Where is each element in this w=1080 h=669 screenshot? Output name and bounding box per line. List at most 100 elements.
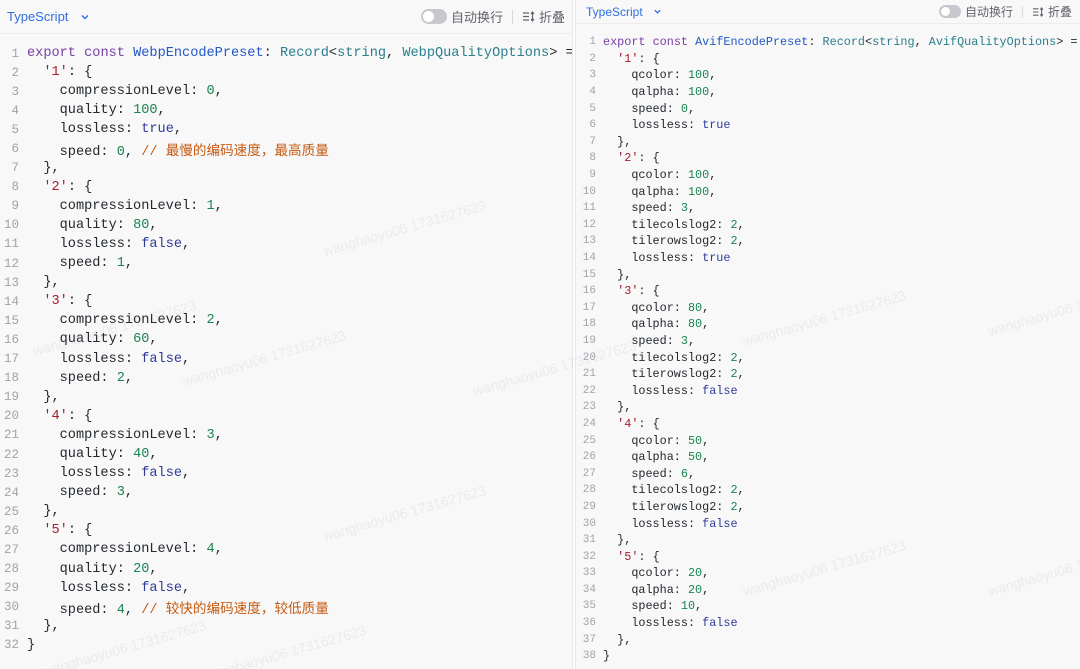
code-token: string [337, 46, 387, 62]
code-text: qcolor: 100, [603, 168, 716, 182]
code-text: }, [603, 135, 631, 149]
code-token: speed: [27, 370, 117, 386]
code-text: compressionLevel: 2, [27, 313, 223, 328]
code-token: qalpha: [603, 317, 688, 332]
code-text: '5': { [27, 523, 92, 538]
code-token: true [702, 251, 731, 266]
toolbar-divider [511, 9, 513, 24]
code-token: speed: [27, 256, 117, 272]
code-token: , [157, 103, 166, 119]
code-token: tilecolslog2: [603, 350, 731, 365]
code-text: speed: 1, [27, 256, 133, 271]
toggle-switch-icon[interactable] [420, 9, 447, 24]
toggle-switch-icon[interactable] [938, 5, 961, 18]
code-line: 36 lossless: false [576, 615, 1080, 632]
line-number: 2 [589, 52, 596, 65]
line-number: 5 [11, 122, 19, 137]
code-token: 2 [730, 499, 738, 514]
chevron-down-icon [81, 14, 89, 19]
code-text: '4': { [27, 409, 92, 424]
toolbar-actions: 自动换行 折叠 [420, 7, 565, 26]
code-token: 2 [116, 370, 125, 386]
code-line: 15 compressionLevel: 2, [0, 311, 572, 330]
code-token: compressionLevel: [27, 84, 207, 100]
code-token: qalpha: [603, 85, 688, 100]
code-token: speed: [27, 485, 117, 501]
code-line: 11 speed: 3, [576, 200, 1080, 217]
code-text: }, [27, 504, 59, 519]
code-line: 22 quality: 40, [0, 445, 572, 464]
line-number: 17 [582, 301, 596, 314]
code-token: 6 [680, 466, 688, 481]
line-number: 4 [589, 86, 596, 99]
code-block-left: TypeScript 自动换行 折叠 1 export const WebpEnc… [0, 0, 573, 669]
code-token: }, [27, 275, 60, 291]
code-token: false [702, 383, 738, 398]
line-number: 24 [582, 417, 596, 430]
code-token: , [214, 198, 223, 214]
code-text: tilecolslog2: 2, [603, 483, 744, 497]
code-text: lossless: false [603, 383, 738, 398]
code-line: 18 qalpha: 80, [576, 316, 1080, 333]
code-token: '4' [43, 408, 68, 424]
fold-lines-icon [1032, 6, 1044, 17]
code-line: 27 speed: 6, [576, 465, 1080, 482]
language-selector[interactable]: TypeScript [7, 9, 90, 24]
code-text: qalpha: 100, [603, 185, 716, 199]
line-number: 11 [3, 237, 19, 252]
code-line: 26 qalpha: 50, [576, 449, 1080, 466]
code-content[interactable]: 1 export const AvifEncodePreset: Record<s… [576, 34, 1080, 665]
code-token: , [149, 217, 158, 233]
code-line: 31 }, [576, 532, 1080, 549]
code-token: '2' [617, 151, 639, 166]
code-text: qalpha: 20, [603, 583, 709, 597]
code-token: 4 [206, 542, 215, 558]
wrap-toggle[interactable]: 自动换行 [938, 3, 1013, 20]
line-number: 23 [3, 466, 19, 481]
code-token: qcolor: [603, 433, 688, 448]
code-token: 3 [206, 427, 215, 443]
line-number: 16 [582, 285, 596, 298]
code-token: 2 [730, 367, 738, 382]
code-token: lossless: [27, 122, 142, 138]
line-number: 6 [589, 119, 596, 132]
line-number: 15 [582, 268, 596, 281]
code-token: export [27, 46, 76, 62]
code-text: tilerowslog2: 2, [603, 499, 744, 514]
fold-button[interactable]: 折叠 [1032, 3, 1072, 20]
code-text: compressionLevel: 1, [27, 199, 223, 214]
code-token: 80 [133, 217, 150, 233]
language-selector[interactable]: TypeScript [586, 5, 662, 19]
code-line: 7 }, [576, 134, 1080, 151]
code-text: tilecolslog2: 2, [603, 350, 744, 365]
code-text: lossless: false [603, 616, 737, 630]
code-text: }, [27, 275, 60, 291]
code-line: 8 '2': { [0, 178, 572, 197]
code-content[interactable]: 1 export const WebpEncodePreset: Record<s… [0, 44, 572, 655]
line-number: 4 [11, 103, 19, 118]
line-number: 35 [582, 600, 596, 613]
wrap-toggle[interactable]: 自动换行 [420, 7, 503, 26]
code-text: '5': { [603, 550, 660, 564]
code-token: false [141, 236, 183, 252]
code-line: 24 speed: 3, [0, 483, 572, 502]
code-token: quality: [27, 447, 134, 463]
code-text: speed: 10, [603, 599, 702, 613]
code-line: 12 speed: 1, [0, 254, 572, 273]
code-token: }, [603, 400, 632, 415]
line-number: 31 [582, 534, 596, 547]
line-number: 28 [3, 562, 19, 577]
code-line: 23 }, [576, 399, 1080, 416]
code-line: 9 compressionLevel: 1, [0, 197, 572, 216]
code-token: compressionLevel: [27, 427, 207, 443]
code-token: }, [603, 632, 632, 647]
code-text: qalpha: 100, [603, 85, 716, 99]
code-token: 100 [687, 85, 710, 100]
code-token: '2' [43, 179, 68, 195]
line-number: 2 [11, 65, 19, 80]
code-text: }, [603, 268, 631, 282]
fold-button[interactable]: 折叠 [522, 7, 565, 26]
code-token: , [386, 46, 403, 62]
